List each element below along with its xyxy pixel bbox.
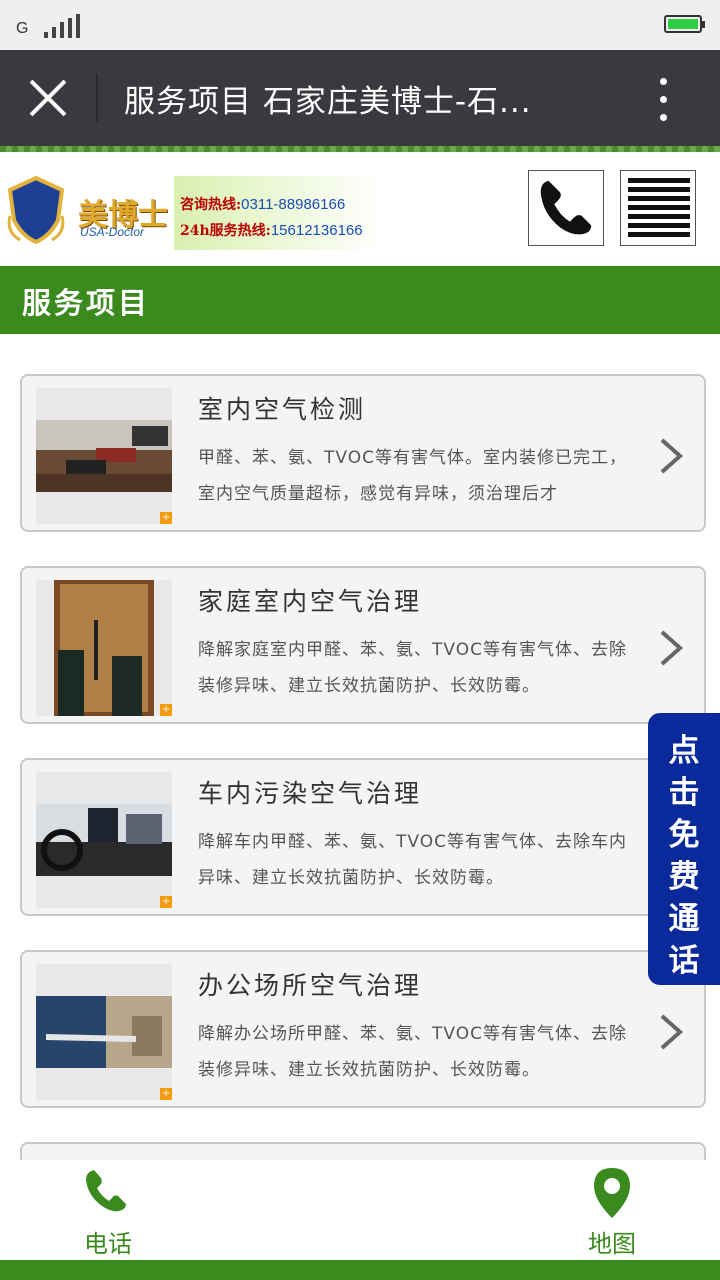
service-thumbnail: + — [36, 580, 172, 716]
service-description: 降解家庭室内甲醛、苯、氨、TVOC等有害气体、去除装修异味、建立长效抗菌防护、长… — [198, 640, 627, 696]
site-header: 美博士 USA-Doctor 咨询热线:0311-88986166 24h服务热… — [0, 152, 720, 266]
more-options-icon[interactable] — [655, 78, 671, 122]
brand-subtitle: USA-Doctor — [80, 225, 145, 239]
room-photo — [36, 420, 172, 492]
bottom-nav-map[interactable]: 地图 — [552, 1166, 672, 1258]
hotline-service-number: 15612136166 — [270, 222, 363, 239]
close-icon[interactable] — [26, 76, 70, 120]
service-list: + 室内空气检测 甲醛、苯、氨、TVOC等有害气体。室内装修已完工，室内空气质量… — [0, 334, 720, 1160]
service-title: 室内空气检测 — [198, 395, 367, 424]
map-pin-icon — [594, 1168, 630, 1218]
service-card-partial[interactable] — [20, 1142, 706, 1160]
network-type: G — [16, 20, 29, 37]
service-title: 家庭室内空气治理 — [198, 587, 423, 616]
free-call-char: 免 — [668, 817, 700, 853]
hotline-consult-label: 咨询热线: — [180, 197, 242, 213]
service-description: 降解车内甲醛、苯、氨、TVOC等有害气体、去除车内异味、建立长效抗菌防护、长效防… — [198, 832, 627, 888]
free-call-char: 击 — [668, 775, 700, 811]
menu-button[interactable] — [620, 170, 696, 246]
car-photo — [36, 804, 172, 876]
service-card-air-testing[interactable]: + 室内空气检测 甲醛、苯、氨、TVOC等有害气体。室内装修已完工，室内空气质量… — [20, 374, 706, 532]
free-call-char: 通 — [668, 901, 700, 937]
page-title: 服务项目 石家庄美博士-石... — [124, 84, 532, 120]
bottom-nav-phone[interactable]: 电话 — [48, 1166, 168, 1258]
chevron-right-icon — [660, 630, 684, 666]
phone-label: 电话 — [84, 1230, 132, 1258]
shield-logo-icon[interactable] — [6, 176, 66, 246]
service-thumbnail: + — [36, 772, 172, 908]
service-description: 降解办公场所甲醛、苯、氨、TVOC等有害气体、去除装修异味、建立长效抗菌防护、长… — [198, 1024, 627, 1080]
service-card-home-treatment[interactable]: + 家庭室内空气治理 降解家庭室内甲醛、苯、氨、TVOC等有害气体、去除装修异味… — [20, 566, 706, 724]
phone-icon — [540, 180, 592, 235]
section-title: 服务项目 — [22, 286, 151, 320]
service-title: 车内污染空气治理 — [198, 779, 423, 808]
bottom-decor-bar — [0, 1260, 720, 1280]
status-bar: G — [0, 0, 720, 50]
free-call-char: 点 — [668, 733, 700, 769]
chevron-right-icon — [660, 1014, 684, 1050]
service-description: 甲醛、苯、氨、TVOC等有害气体。室内装修已完工，室内空气质量超标，感觉有异味，… — [198, 448, 627, 504]
call-button[interactable] — [528, 170, 604, 246]
service-card-office-treatment[interactable]: + 办公场所空气治理 降解办公场所甲醛、苯、氨、TVOC等有害气体、去除装修异味… — [20, 950, 706, 1108]
hotline-box: 咨询热线:0311-88986166 24h服务热线:15612136166 — [174, 176, 384, 250]
office-photo — [36, 996, 172, 1068]
titlebar-divider — [96, 74, 98, 122]
hotline-service[interactable]: 24h服务热线:15612136166 — [180, 220, 363, 240]
hotline-consult[interactable]: 咨询热线:0311-88986166 — [180, 194, 345, 214]
bottom-nav: 电话 地图 — [0, 1160, 720, 1260]
hotline-consult-number: 0311-88986166 — [241, 196, 346, 213]
free-call-button[interactable]: 点 击 免 费 通 话 — [648, 713, 720, 985]
service-thumbnail: + — [36, 964, 172, 1100]
browser-titlebar: 服务项目 石家庄美博士-石... — [0, 50, 720, 146]
home-photo — [54, 580, 154, 716]
service-card-car-treatment[interactable]: + 车内污染空气治理 降解车内甲醛、苯、氨、TVOC等有害气体、去除车内异味、建… — [20, 758, 706, 916]
service-title: 办公场所空气治理 — [198, 971, 423, 1000]
service-thumbnail: + — [36, 388, 172, 524]
hotline-service-label: 24h服务热线: — [180, 223, 271, 239]
free-call-char: 话 — [668, 943, 700, 979]
free-call-char: 费 — [668, 859, 700, 895]
signal-icon — [44, 14, 82, 38]
phone-icon — [86, 1170, 126, 1212]
chevron-right-icon — [660, 438, 684, 474]
map-label: 地图 — [588, 1230, 636, 1258]
section-header: 服务项目 — [0, 266, 720, 334]
battery-icon — [664, 15, 705, 33]
